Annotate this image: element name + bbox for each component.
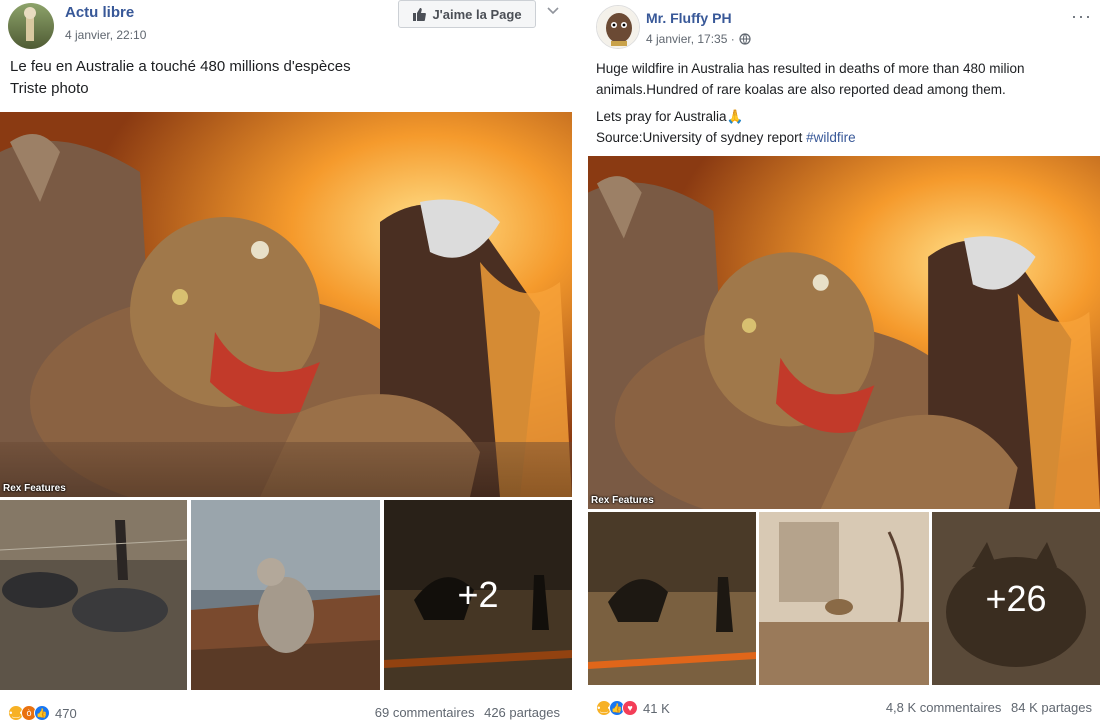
comments-count[interactable]: 69 commentaires [375,705,475,720]
pray-emoji: 🙏 [726,109,744,124]
photo-credit: Rex Features [3,483,66,494]
page-name[interactable]: Mr. Fluffy PH [646,10,732,26]
post-mr-fluffy: Mr. Fluffy PH 4 janvier, 17:35 · ··· Hug… [588,0,1100,725]
reaction-count: 470 [55,705,77,721]
page-avatar[interactable] [8,3,54,49]
thumb-horse-smoke[interactable] [588,512,756,685]
globe-icon [739,33,751,45]
shares-count[interactable]: 84 K partages [1011,700,1092,715]
comments-count[interactable]: 4,8 K commentaires [886,700,1002,715]
post-text-line3: Lets pray for Australia🙏 [596,109,744,124]
post-text-line1: Le feu en Australie a touché 480 million… [10,58,351,75]
post-text-line2: Triste photo [10,80,89,97]
post-stats: 69 commentaires 426 partages [369,705,560,720]
post-text: Le feu en Australie a touché 480 million… [10,56,351,100]
page-avatar[interactable] [596,5,640,49]
thumb-koala[interactable] [191,500,380,690]
post-timestamp-row: 4 janvier, 17:35 · [646,32,751,46]
like-page-button[interactable]: J'aime la Page [398,0,536,28]
chevron-down-icon[interactable] [546,4,560,18]
post-timestamp[interactable]: 4 janvier, 22:10 [65,28,146,42]
reactions-summary[interactable]: •‿• ò 👍 470 [8,705,77,721]
shares-count[interactable]: 426 partages [484,705,560,720]
post-text: Huge wildfire in Australia has resulted … [596,58,1096,148]
post-source-line: Source:University of sydney report #wild… [596,130,856,145]
post-timestamp[interactable]: 4 janvier, 17:35 · [646,32,735,46]
love-reaction-icon: ♥ [622,700,638,716]
post-text-line1: Huge wildfire in Australia has resulted … [596,61,1025,76]
post-text-line2: animals.Hundred of rare koalas are also … [596,82,1006,97]
photo-credit: Rex Features [591,495,654,506]
thumb-horse-smoke[interactable]: +2 [384,500,572,690]
main-photo-burning-animals[interactable]: Rex Features [588,156,1100,509]
hashtag-link[interactable]: #wildfire [806,130,856,145]
more-photos-count[interactable]: +2 [384,500,572,690]
thumb-dead-animals[interactable] [0,500,187,690]
post-divider [572,0,588,725]
main-photo-burning-animals[interactable]: Rex Features [0,112,572,497]
like-page-label: J'aime la Page [432,6,522,22]
thumb-burnt-cat[interactable]: +26 [932,512,1100,685]
like-reaction-icon: 👍 [34,705,50,721]
post-stats: 4,8 K commentaires 84 K partages [880,700,1092,715]
thumbs-up-icon [413,7,427,21]
more-options-button[interactable]: ··· [1071,6,1092,27]
post-actu-libre: Actu libre 4 janvier, 22:10 J'aime la Pa… [0,0,572,725]
reactions-summary[interactable]: •‿• 👍 ♥ 41 K [596,700,670,716]
reaction-count: 41 K [643,700,670,716]
more-photos-count[interactable]: +26 [932,512,1100,685]
thumb-deer-ruins[interactable] [759,512,929,685]
page-name[interactable]: Actu libre [65,4,134,21]
